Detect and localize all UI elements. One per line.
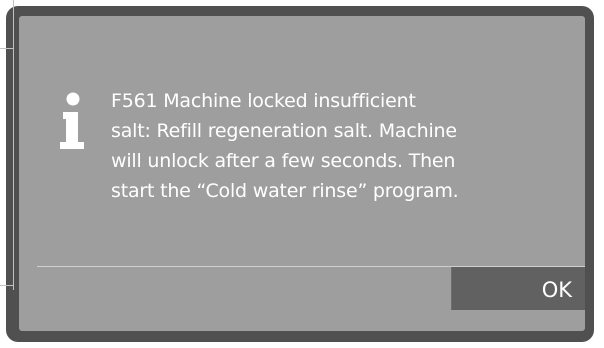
info-icon: [60, 92, 84, 149]
ok-button[interactable]: OK: [451, 267, 585, 310]
screen-guide-line: [13, 0, 14, 290]
error-message: F561 Machine locked insufficient salt: R…: [111, 90, 459, 202]
screen-guide-line: [0, 48, 13, 49]
screen-guide-line: [0, 285, 13, 286]
